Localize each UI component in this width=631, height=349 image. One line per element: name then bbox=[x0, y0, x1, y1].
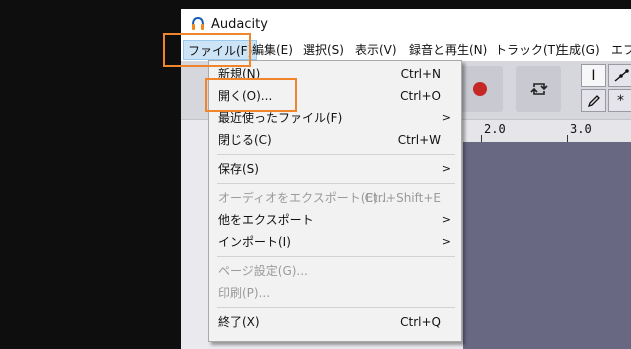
menu-item-exit[interactable]: 終了(X) Ctrl+Q bbox=[209, 311, 461, 333]
submenu-arrow-icon: > bbox=[441, 213, 451, 226]
menu-item-print[interactable]: 印刷(P)... bbox=[209, 282, 461, 304]
multi-tool-button[interactable]: * bbox=[608, 89, 631, 112]
track-area[interactable] bbox=[463, 142, 631, 349]
loop-icon bbox=[530, 83, 548, 95]
ruler-label: 3.0 bbox=[570, 122, 592, 136]
menu-item-close[interactable]: 閉じる(C) Ctrl+W bbox=[209, 129, 461, 151]
submenu-arrow-icon: > bbox=[441, 162, 451, 175]
menu-separator bbox=[217, 154, 455, 155]
menu-separator bbox=[217, 256, 455, 257]
ruler-label: 2.0 bbox=[484, 122, 506, 136]
ruler-tick bbox=[567, 135, 568, 142]
ruler-tick bbox=[481, 135, 482, 142]
submenu-arrow-icon: > bbox=[441, 111, 451, 124]
window-title: Audacity bbox=[211, 17, 268, 32]
file-menu-highlight bbox=[163, 33, 251, 67]
menu-tracks[interactable]: トラック(T) bbox=[495, 40, 560, 60]
menu-view[interactable]: 表示(V) bbox=[355, 40, 397, 60]
envelope-icon bbox=[614, 68, 629, 82]
envelope-tool-button[interactable] bbox=[608, 64, 631, 87]
menu-separator bbox=[217, 307, 455, 308]
selection-tool-button[interactable]: I bbox=[581, 64, 606, 87]
menu-item-export-audio[interactable]: オーディオをエクスポート(E)... Ctrl+Shift+E bbox=[209, 187, 461, 209]
record-button[interactable] bbox=[458, 66, 503, 112]
menu-generate[interactable]: 生成(G) bbox=[557, 40, 600, 60]
record-icon bbox=[473, 82, 487, 96]
menu-item-import[interactable]: インポート(I) > bbox=[209, 231, 461, 253]
pencil-icon bbox=[587, 94, 600, 107]
submenu-arrow-icon: > bbox=[441, 235, 451, 248]
menu-item-save[interactable]: 保存(S) > bbox=[209, 158, 461, 180]
open-item-highlight bbox=[205, 78, 297, 112]
menu-transport[interactable]: 録音と再生(N) bbox=[409, 40, 487, 60]
menu-item-export-other[interactable]: 他をエクスポート > bbox=[209, 209, 461, 231]
menu-edit[interactable]: 編集(E) bbox=[252, 40, 293, 60]
menu-item-page-setup[interactable]: ページ設定(G)... bbox=[209, 260, 461, 282]
menu-effect[interactable]: エフ bbox=[611, 40, 631, 60]
loop-button[interactable] bbox=[516, 66, 561, 112]
menu-select[interactable]: 選択(S) bbox=[303, 40, 344, 60]
menu-separator bbox=[217, 183, 455, 184]
multi-tool-icon: * bbox=[617, 92, 624, 109]
draw-tool-button[interactable] bbox=[581, 89, 606, 112]
cursor-icon: I bbox=[591, 67, 596, 84]
audacity-logo-icon bbox=[190, 16, 206, 32]
